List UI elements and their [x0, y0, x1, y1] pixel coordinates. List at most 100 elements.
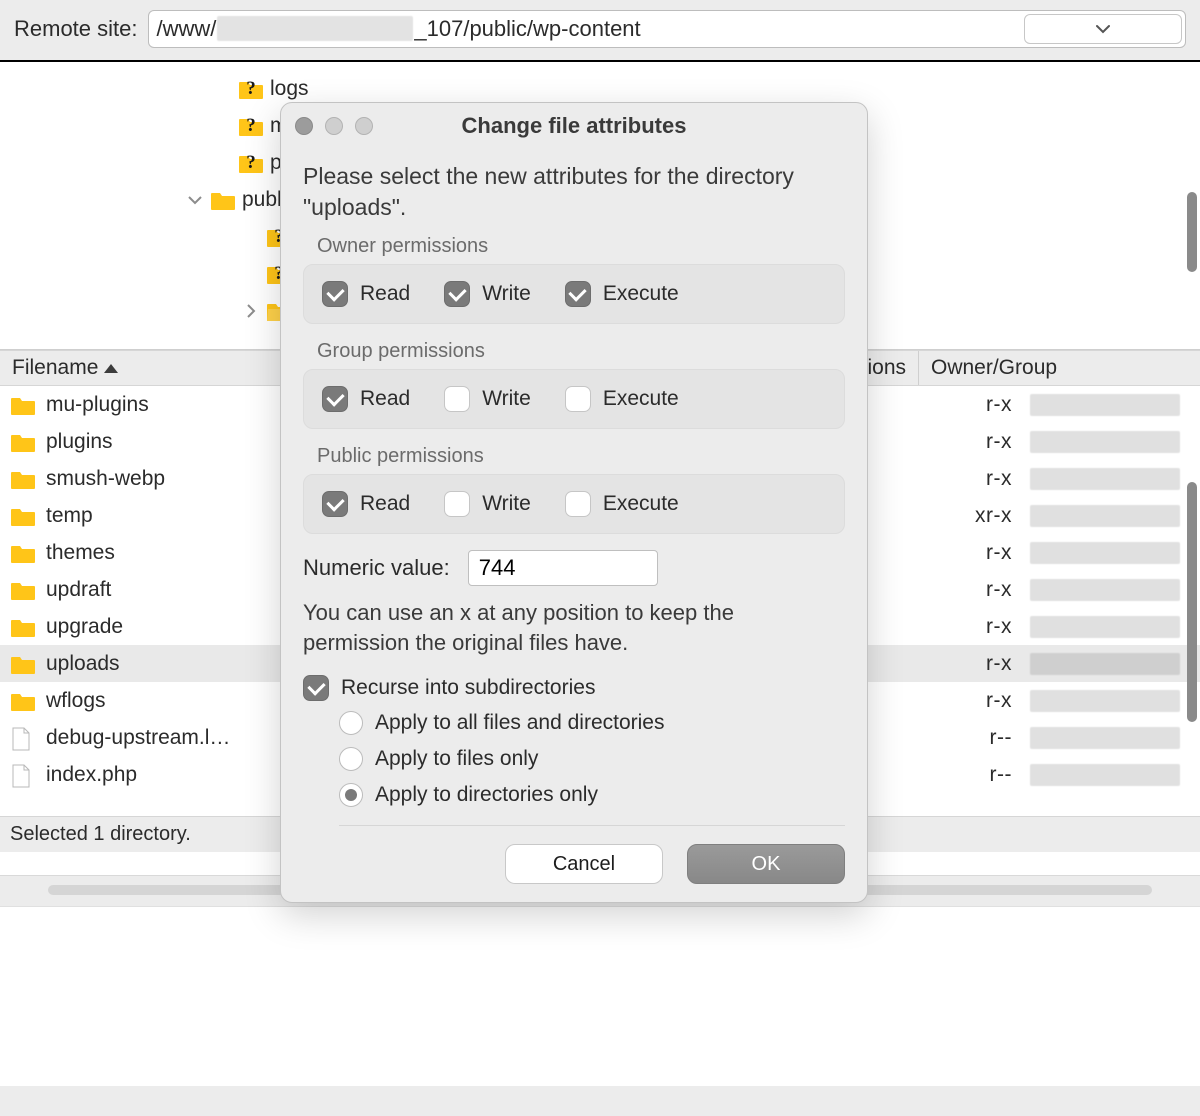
recurse-label: Recurse into subdirectories [341, 676, 595, 700]
question-folder-icon: ? [238, 115, 264, 137]
change-file-attributes-dialog: Change file attributes Please select the… [280, 102, 868, 903]
checkbox-label: Read [360, 492, 410, 516]
column-owner-group[interactable]: Owner/Group [931, 356, 1057, 380]
file-permissions: r-x [956, 430, 1012, 454]
group-execute-checkbox[interactable]: Execute [565, 386, 679, 412]
column-filename[interactable]: Filename [12, 356, 98, 380]
remote-site-dropdown-button[interactable] [1024, 14, 1182, 44]
recurse-radio[interactable]: Apply to files only [339, 747, 845, 771]
file-permissions: r-x [956, 467, 1012, 491]
recurse-checkbox[interactable] [303, 675, 329, 701]
chevron-down-icon[interactable] [184, 189, 206, 211]
group-group-label: Group permissions [317, 340, 845, 363]
file-list-scrollbar[interactable] [1187, 482, 1197, 796]
file-permissions: r-- [956, 726, 1012, 750]
chevron-right-icon[interactable] [240, 300, 262, 322]
remote-site-path: /www/_107/public/wp-content [157, 16, 641, 42]
tree-scrollbar[interactable] [1187, 62, 1197, 349]
group-read-checkbox[interactable]: Read [322, 386, 410, 412]
folder-icon [10, 690, 36, 712]
owner-write-checkbox[interactable]: Write [444, 281, 531, 307]
status-text: Selected 1 directory. [10, 823, 191, 846]
checkbox-label: Write [482, 387, 531, 411]
file-icon [10, 727, 36, 749]
owner-group-redacted [1030, 579, 1180, 601]
checkbox-label: Write [482, 282, 531, 306]
owner-group-redacted [1030, 431, 1180, 453]
column-permissions-fragment[interactable]: ions [867, 356, 906, 380]
file-permissions: r-x [956, 393, 1012, 417]
owner-group-redacted [1030, 616, 1180, 638]
question-folder-icon: ? [238, 152, 264, 174]
folder-icon [210, 189, 236, 211]
group-group: Read Write Execute [303, 369, 845, 429]
numeric-value-label: Numeric value: [303, 555, 450, 581]
numeric-value-input[interactable] [468, 550, 658, 586]
chevron-down-icon [1096, 24, 1110, 34]
file-permissions: r-x [956, 541, 1012, 565]
checkbox-label: Read [360, 387, 410, 411]
radio-label: Apply to all files and directories [375, 711, 664, 735]
redacted-path-segment [217, 16, 413, 41]
group-public-label: Public permissions [317, 445, 845, 468]
file-permissions: r-x [956, 689, 1012, 713]
remote-site-dropdown[interactable]: /www/_107/public/wp-content [148, 10, 1187, 48]
radio-label: Apply to directories only [375, 783, 598, 807]
file-name: updraft [46, 578, 111, 602]
file-permissions: r-- [956, 763, 1012, 787]
folder-icon [10, 616, 36, 638]
file-permissions: xr-x [956, 504, 1012, 528]
owner-group-redacted [1030, 394, 1180, 416]
remote-site-label: Remote site: [14, 16, 138, 42]
folder-icon [10, 542, 36, 564]
sort-ascending-icon [104, 364, 118, 373]
folder-icon [10, 579, 36, 601]
public-execute-checkbox[interactable]: Execute [565, 491, 679, 517]
checkbox-label: Execute [603, 282, 679, 306]
ok-button[interactable]: OK [687, 844, 845, 884]
owner-group-redacted [1030, 505, 1180, 527]
file-permissions: r-x [956, 615, 1012, 639]
checkbox-label: Read [360, 282, 410, 306]
numeric-hint: You can use an x at any position to keep… [303, 598, 845, 657]
group-public: Read Write Execute [303, 474, 845, 534]
checkbox-label: Execute [603, 387, 679, 411]
file-name: index.php [46, 763, 137, 787]
recurse-radio[interactable]: Apply to all files and directories [339, 711, 845, 735]
group-write-checkbox[interactable]: Write [444, 386, 531, 412]
folder-icon [10, 468, 36, 490]
public-write-checkbox[interactable]: Write [444, 491, 531, 517]
checkbox-label: Execute [603, 492, 679, 516]
file-name: debug-upstream.l… [46, 726, 230, 750]
cancel-button[interactable]: Cancel [505, 844, 663, 884]
file-list-right-columns: r-x r-x r-x xr-x r-x r-x r-x r-x r-x r-- r-- [956, 386, 1180, 816]
group-owner: Read Write Execute [303, 264, 845, 324]
tree-node-label: logs [270, 77, 309, 101]
owner-group-redacted [1030, 468, 1180, 490]
question-folder-icon: ? [238, 78, 264, 100]
file-name: plugins [46, 430, 113, 454]
folder-icon [10, 394, 36, 416]
file-permissions: r-x [956, 652, 1012, 676]
public-read-checkbox[interactable]: Read [322, 491, 410, 517]
owner-read-checkbox[interactable]: Read [322, 281, 410, 307]
group-owner-label: Owner permissions [317, 235, 845, 258]
file-permissions: r-x [956, 578, 1012, 602]
folder-icon [10, 431, 36, 453]
file-icon [10, 764, 36, 786]
owner-group-redacted [1030, 542, 1180, 564]
recurse-radio[interactable]: Apply to directories only [339, 783, 845, 807]
folder-icon [10, 653, 36, 675]
radio-label: Apply to files only [375, 747, 538, 771]
dialog-lead-text: Please select the new attributes for the… [303, 161, 845, 223]
owner-group-redacted [1030, 690, 1180, 712]
file-name: wflogs [46, 689, 106, 713]
file-name: smush-webp [46, 467, 165, 491]
owner-execute-checkbox[interactable]: Execute [565, 281, 679, 307]
dialog-title: Change file attributes [281, 113, 867, 139]
dialog-titlebar[interactable]: Change file attributes [281, 103, 867, 149]
folder-icon [10, 505, 36, 527]
file-name: uploads [46, 652, 120, 676]
remote-site-bar: Remote site: /www/_107/public/wp-content [0, 0, 1200, 62]
file-name: temp [46, 504, 93, 528]
